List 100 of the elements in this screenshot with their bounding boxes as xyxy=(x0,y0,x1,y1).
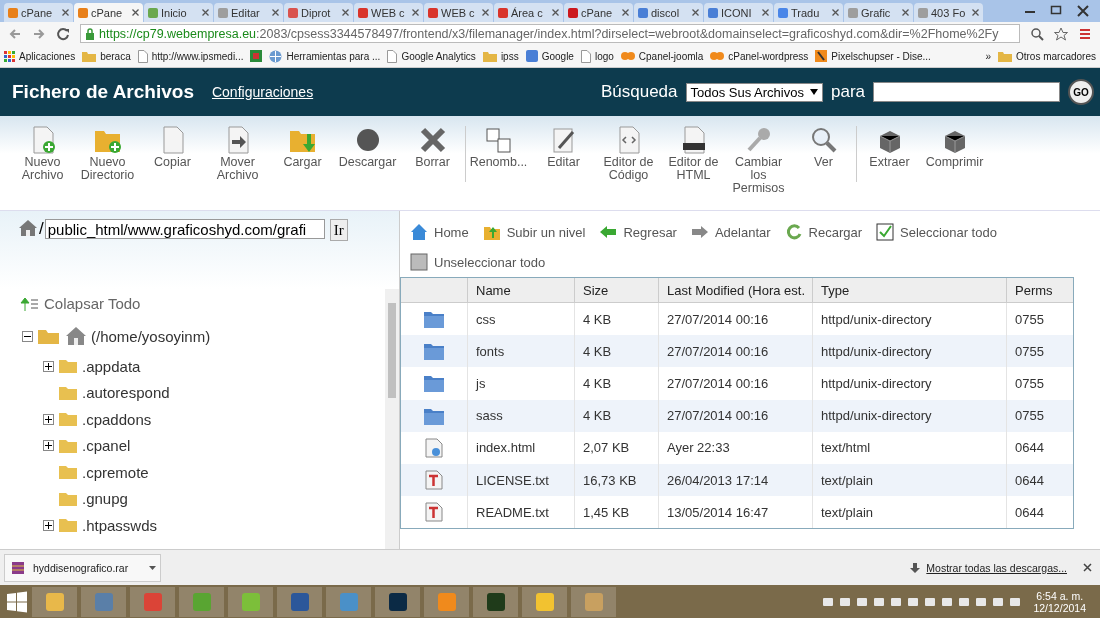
close-icon[interactable] xyxy=(762,9,769,16)
browser-tab[interactable]: WEB c xyxy=(354,3,423,22)
tree-item[interactable]: .cpanel xyxy=(82,437,131,455)
tree-item[interactable]: (/home/yosoyinm) xyxy=(91,327,211,345)
nav-button[interactable]: Seleccionar todo xyxy=(876,217,997,247)
close-icon[interactable] xyxy=(482,9,489,16)
forward-icon[interactable] xyxy=(32,26,46,41)
toolbar-button[interactable]: Editar xyxy=(531,126,596,169)
browser-tab[interactable]: cPane xyxy=(4,3,73,22)
bookmark[interactable]: beraca xyxy=(82,50,131,62)
caret-icon[interactable] xyxy=(149,565,156,570)
toolbar-button[interactable]: Mover Archivo xyxy=(205,126,270,182)
search-field[interactable] xyxy=(873,82,1060,102)
nav-button[interactable]: Home xyxy=(410,217,469,247)
taskbar-app[interactable] xyxy=(473,586,518,617)
browser-tab[interactable]: Diprot xyxy=(284,3,353,22)
toolbar-button[interactable]: Nuevo Archivo xyxy=(10,126,75,182)
tree-item[interactable]: .cpaddons xyxy=(82,410,152,428)
toolbar-button[interactable]: Nuevo Directorio xyxy=(75,126,140,182)
clock[interactable]: 6:54 a. m. 12/12/2014 xyxy=(1025,589,1094,614)
toolbar-button[interactable]: Editor de HTML xyxy=(661,126,726,182)
star-icon[interactable] xyxy=(1054,26,1068,41)
bookmark[interactable]: Otros marcadores xyxy=(997,50,1096,62)
collapse-all-link[interactable]: Colapsar Todo xyxy=(20,295,385,312)
zoom-icon[interactable] xyxy=(1030,26,1044,41)
tray-icon[interactable] xyxy=(822,595,835,608)
bookmark[interactable]: Herramientas para ... xyxy=(269,49,381,63)
close-icon[interactable] xyxy=(692,9,699,16)
close-icon[interactable] xyxy=(272,9,279,16)
bookmark[interactable]: Cpanel-joomla xyxy=(620,50,704,62)
tree-item[interactable]: .htpasswds xyxy=(82,516,158,534)
tray-icon[interactable] xyxy=(873,595,886,608)
toolbar-button[interactable]: Borrar xyxy=(400,126,465,169)
browser-tab[interactable]: Inicio xyxy=(144,3,213,22)
nav-button[interactable]: Recargar xyxy=(784,217,863,247)
tray-icon[interactable] xyxy=(941,595,954,608)
toolbar-button[interactable]: Cargar xyxy=(270,126,335,169)
table-cell[interactable]: fonts xyxy=(467,335,574,368)
back-icon[interactable] xyxy=(8,26,22,41)
browser-tab[interactable]: discol xyxy=(634,3,703,22)
browser-tab[interactable]: 403 Fo xyxy=(914,3,983,22)
tray-icon[interactable] xyxy=(1009,595,1022,608)
maximize-icon[interactable] xyxy=(1050,5,1062,15)
nav-button[interactable]: Subir un nivel xyxy=(482,217,586,247)
bookmark[interactable]: cPanel-wordpress xyxy=(710,50,809,62)
bookmark[interactable]: Google xyxy=(525,50,574,62)
download-item[interactable]: hyddisenografico.rar xyxy=(4,553,161,582)
toolbar-button[interactable]: Editor de Código xyxy=(596,126,661,182)
menu-icon[interactable] xyxy=(1078,26,1092,41)
column-header[interactable]: Last Modified (Hora est. xyxy=(658,278,812,302)
toolbar-button[interactable]: Extraer xyxy=(857,126,922,169)
tray-icon[interactable] xyxy=(924,595,937,608)
toolbar-button[interactable]: Ver xyxy=(791,126,856,169)
toolbar-button[interactable]: Descargar xyxy=(335,126,400,169)
close-icon[interactable] xyxy=(972,9,979,16)
browser-tab[interactable]: Editar xyxy=(214,3,283,22)
tray-icon[interactable] xyxy=(839,595,852,608)
close-icon[interactable] xyxy=(132,9,139,16)
tray-icon[interactable] xyxy=(958,595,971,608)
tree-item[interactable]: .cpremote xyxy=(82,463,149,481)
settings-link[interactable]: Configuraciones xyxy=(211,84,314,100)
browser-tab[interactable]: WEB c xyxy=(424,3,493,22)
tray-icon[interactable] xyxy=(992,595,1005,608)
column-header[interactable]: Name xyxy=(467,278,574,302)
show-all-downloads-link[interactable]: Mostrar todas las descargas... xyxy=(926,561,1067,574)
tree-item[interactable]: .appdata xyxy=(82,357,141,375)
close-icon[interactable] xyxy=(832,9,839,16)
close-icon[interactable] xyxy=(62,9,69,16)
taskbar-app[interactable] xyxy=(375,586,420,617)
browser-tab[interactable]: Grafic xyxy=(844,3,913,22)
bookmark[interactable]: ipss xyxy=(482,50,519,62)
scrollbar[interactable] xyxy=(385,289,399,549)
more-bookmarks[interactable]: » xyxy=(985,50,991,62)
collapse-toggle-icon[interactable] xyxy=(22,330,33,342)
tree-item[interactable]: .autorespond xyxy=(82,384,170,402)
expand-toggle-icon[interactable] xyxy=(43,440,54,452)
toolbar-button[interactable]: Comprimir xyxy=(922,126,987,169)
bookmark[interactable]: Google Analytics xyxy=(387,49,476,63)
browser-tab[interactable]: cPane xyxy=(564,3,633,22)
close-icon[interactable] xyxy=(622,9,629,16)
tray-icon[interactable] xyxy=(856,595,869,608)
reload-icon[interactable] xyxy=(56,26,70,41)
bookmark[interactable]: logo xyxy=(580,49,614,63)
browser-tab[interactable]: ICONI xyxy=(704,3,773,22)
close-icon[interactable] xyxy=(202,9,209,16)
go-button[interactable]: Ir xyxy=(329,219,348,241)
bookmark[interactable]: Pixelschupser - Dise... xyxy=(815,50,931,62)
close-icon[interactable] xyxy=(342,9,349,16)
toolbar-button[interactable]: Renomb... xyxy=(466,126,531,169)
taskbar-app[interactable] xyxy=(522,586,567,617)
table-cell[interactable]: index.html xyxy=(467,431,574,464)
close-icon[interactable] xyxy=(552,9,559,16)
toolbar-button[interactable]: Cambiar los Permisos xyxy=(726,126,791,195)
tray-icon[interactable] xyxy=(975,595,988,608)
table-cell[interactable]: js xyxy=(467,367,574,400)
nav-button[interactable]: Regresar xyxy=(599,217,677,247)
close-icon[interactable] xyxy=(902,9,909,16)
nav-button[interactable]: Adelantar xyxy=(690,217,771,247)
close-icon[interactable] xyxy=(1076,5,1090,17)
bookmark[interactable]: http://www.ipsmedi... xyxy=(137,49,244,63)
